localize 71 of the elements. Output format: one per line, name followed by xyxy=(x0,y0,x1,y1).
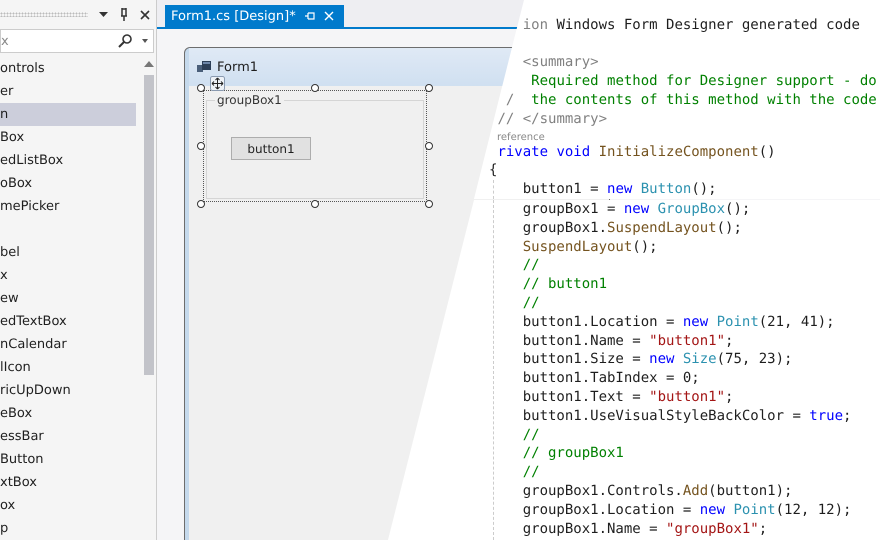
toolbox-item[interactable]: oBox xyxy=(0,172,136,195)
form-title: Form1 xyxy=(217,60,258,74)
code-line: groupBox1.SuspendLayout(); xyxy=(522,220,742,236)
button[interactable]: button1 xyxy=(231,137,311,160)
code-line: button1.Size = new Size(75, 23); xyxy=(522,351,792,368)
code-line: button1.Name = "button1"; xyxy=(522,332,734,349)
code-line: SuspendLayout(); xyxy=(522,238,658,255)
code-line: / the contents of this method with the code xyxy=(506,92,877,108)
code-line: button1.UseVisualStyleBackColor = true; xyxy=(522,408,852,424)
toolbox-item[interactable]: ricUpDown xyxy=(0,379,136,402)
resize-handle[interactable] xyxy=(311,84,319,92)
code-line: { xyxy=(489,162,498,178)
caret-icon[interactable] xyxy=(142,39,148,43)
code-line: rivate void InitializeComponent() xyxy=(497,144,776,160)
codelens-text[interactable]: reference xyxy=(497,132,545,143)
toolbox-item[interactable]: eBox xyxy=(0,402,136,425)
code-line: // </summary> xyxy=(497,110,608,127)
toolbox-item[interactable]: essBar xyxy=(0,425,136,448)
code-line: // xyxy=(522,426,540,443)
resize-handle[interactable] xyxy=(197,200,205,208)
code-line: groupBox1.Location = new Point(12, 12); xyxy=(522,502,852,518)
code-line: // xyxy=(522,294,540,311)
move-icon[interactable] xyxy=(210,76,225,91)
dropdown-icon[interactable] xyxy=(99,12,108,18)
toolbox-item[interactable]: ontrols xyxy=(0,57,136,80)
toolbox-item[interactable]: bel xyxy=(0,241,136,264)
group-box[interactable]: groupBox1 button1 xyxy=(206,93,424,199)
toolbox-item[interactable]: n xyxy=(0,103,136,126)
toolbox-item[interactable]: mePicker xyxy=(0,195,136,218)
code-line: groupBox1.Controls.Add(button1); xyxy=(522,482,792,499)
resize-handle[interactable] xyxy=(425,200,433,208)
toolbox-item[interactable]: ox xyxy=(0,494,136,517)
close-icon[interactable] xyxy=(140,10,150,20)
code-line: groupBox1.Name = "groupBox1"; xyxy=(522,520,768,537)
resize-handle[interactable] xyxy=(311,200,319,208)
code-editor[interactable] xyxy=(388,200,880,540)
code-editor[interactable]: / the contents of this method with the code // </summary> reference rivate void InitializeComponent() { button1 = new Button(); xyxy=(474,91,880,199)
code-line: ion Windows Form Designer generated code xyxy=(522,16,860,33)
code-line: // button1 xyxy=(522,276,608,292)
scrollbar-thumb[interactable] xyxy=(144,75,154,375)
code-line: button1.Location = new Point(21, 41); xyxy=(522,314,835,330)
toolbox-item[interactable]: edListBox xyxy=(0,149,136,172)
resize-handle[interactable] xyxy=(197,84,205,92)
toolbox-item[interactable]: lIcon xyxy=(0,356,136,379)
toolbox-item[interactable]: Button xyxy=(0,448,136,471)
toolbox-item[interactable]: p xyxy=(0,517,136,540)
toolbox-item[interactable]: x xyxy=(0,264,136,287)
resize-handle[interactable] xyxy=(425,84,433,92)
code-line: groupBox1 = new GroupBox(); xyxy=(522,201,750,217)
toolbox-item[interactable]: Box xyxy=(0,126,136,149)
toolbox-item[interactable]: er xyxy=(0,80,136,103)
code-line: // groupBox1 xyxy=(522,445,624,462)
toolbox-item[interactable]: edTextBox xyxy=(0,310,136,333)
form-icon xyxy=(197,61,211,73)
code-line: Required method for Designer support - do xyxy=(531,73,877,90)
scroll-up-icon[interactable] xyxy=(144,61,154,67)
code-line: button1.Text = "button1"; xyxy=(522,388,734,405)
toolbox-item[interactable]: xtBox xyxy=(0,471,136,494)
code-line: button1 = new Button(); xyxy=(522,181,717,198)
search-icon[interactable] xyxy=(118,34,132,48)
search-field[interactable]: x xyxy=(0,29,154,53)
group-box-label: groupBox1 xyxy=(216,93,283,107)
code-line: <summary> xyxy=(522,54,599,70)
toolbox-item[interactable]: ew xyxy=(0,287,136,310)
code-line: button1.TabIndex = 0; xyxy=(522,370,700,386)
resize-handle[interactable] xyxy=(425,142,433,150)
pin-icon[interactable] xyxy=(119,8,129,21)
resize-handle[interactable] xyxy=(197,142,205,150)
code-line: // xyxy=(522,464,540,480)
code-line: // xyxy=(522,257,540,274)
toolbox-item[interactable]: nCalendar xyxy=(0,333,136,356)
